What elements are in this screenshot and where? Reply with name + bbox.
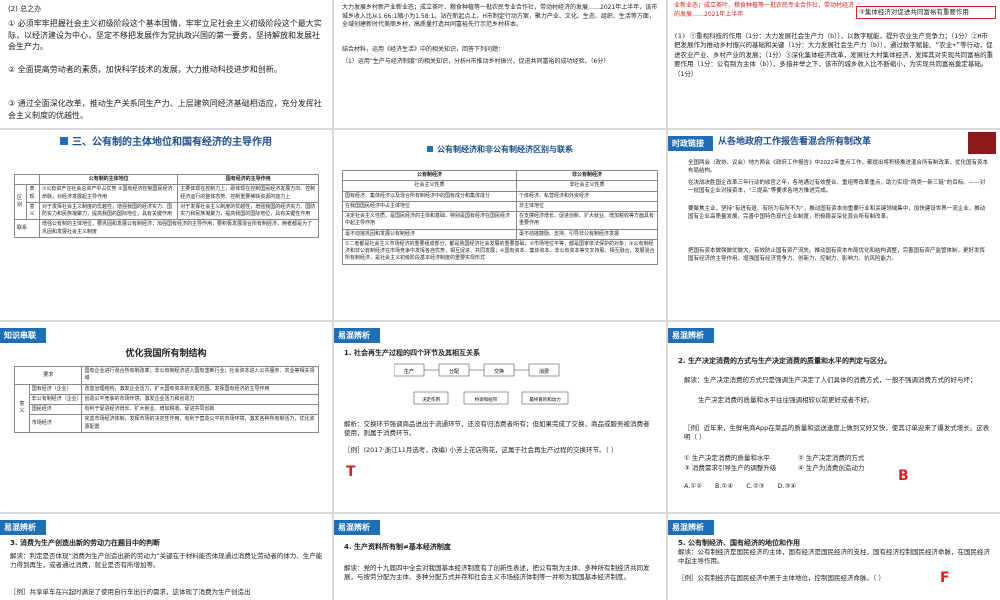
slide-thumbnail-9[interactable]: 易混辨析 2. 生产决定消费的方式与生产决定消费的质量和水平的判定与区分。 解读…	[668, 322, 1000, 512]
section-badge: 知识串联	[0, 328, 46, 343]
slide-thumbnail-1[interactable]: (2) 总之办 ① 必须牢牢把握社会主义初级阶段这个基本国情，牢牢立足社会主义初…	[0, 0, 332, 128]
slide-paragraph: 业新业态；成立茶叶、粮食种植等一批农民专业合作社，带动村经济的发展……2021年…	[674, 2, 855, 18]
example-question: ［例］(2017·浙江11月选考，改编) 小芳上花店购花，这属于社会再生产过程的…	[344, 446, 618, 454]
bullet-square-icon	[427, 146, 433, 152]
bullet-square-icon	[60, 137, 68, 145]
slide-title: 1. 社会再生产过程的四个环节及其相互关系	[344, 349, 480, 357]
annotation-box: ③集体经济对促进共同富裕有重要作用	[856, 6, 996, 20]
slide-text: (2) 总之办	[8, 5, 42, 13]
slide-paragraph: 把国有资本做强做优做大，有效防止国有资产流失。推动国有资本布局优化和结构调整，完…	[688, 248, 986, 262]
section-badge: 易混辨析	[334, 328, 380, 343]
section-badge: 易混辨析	[0, 520, 46, 535]
section-badge: 时政链接	[668, 136, 713, 151]
node-label: 分配	[449, 368, 459, 375]
slide-paragraph: 要聚焦主业，坚持“有进有退、有所为有所不为”，推动国有资本向重要行业和关键领域集…	[688, 206, 986, 220]
slide-thumbnail-7[interactable]: 知识串联 优化我国所有制结构 要求 国有企业进行混合所有制改革；非公有制经济进入国…	[0, 322, 332, 512]
slide-thumbnail-12[interactable]: 易混辨析 5. 公有制经济、国有经济的地位和作用 解读：公有制经济是国民经济的主…	[668, 514, 1000, 600]
slide-thumbnail-8[interactable]: 易混辨析 1. 社会再生产过程的四个环节及其相互关系 生产 分配 交换 消费 决…	[334, 322, 666, 512]
section-badge: 易混辨析	[668, 328, 714, 343]
box-label: 决定作用	[422, 396, 440, 403]
section-badge: 易混辨析	[334, 520, 380, 535]
slide-thumbnail-4[interactable]: 三、公有制的主体地位和国有经济的主导作用 公有制的主体地位 国有经济的主导作用 区…	[0, 130, 332, 320]
slide-title: 2. 生产决定消费的方式与生产决定消费的质量和水平的判定与区分。	[678, 357, 891, 365]
structure-table: 要求 国有企业进行混合所有制改革；非公有制经济进入国有垄断行业；社会资本进入公共服…	[13, 366, 319, 433]
question-text: （1）运用“生产与经济制度”的相关知识，分析H市推动乡村振兴，促进共同富裕的成功…	[342, 58, 610, 65]
slide-paragraph: 全国两会（政协、议会）地方两会《政府工作报告》中2022年重点工作，都提出将积极…	[688, 160, 989, 174]
slide-title: 4. 生产资料所有制≠基本经济制度	[344, 543, 451, 551]
answer-mark: F	[940, 570, 950, 586]
comparison-table: 公有制经济 非公有制经济 社会主义性质 非社会主义性质 国有经济、集体经济以及混合所…	[342, 169, 659, 265]
node-label: 交换	[494, 368, 504, 375]
example-question: ［例］近年来，生鲜电商App在菜品的质量和运送速度上做到又好又快，使其订单迎来了…	[684, 424, 990, 442]
answer-paragraph: (1) ①重视科技的作用（1分：大力发展社会生产力（b）），以数字赋能，提升农业…	[674, 32, 994, 78]
slide-paragraph: 大力发展乡村新产业新业态；成立茶叶、粮食种植等一批农民专业合作社，带动村经济的发…	[342, 4, 658, 29]
slide-paragraph: ② 全面提高劳动者的素质，加快科学技术的发展，大力推动科技进步和创新。	[8, 65, 282, 74]
slide-title: 从各地政府工作报告看混合所有制改革	[718, 137, 872, 147]
explanation-text: 解读：公有制经济是国民经济的主体，国有经济是国民经济的支柱，国有经济控制国民经济…	[678, 548, 990, 566]
explanation-text: 解读：党的十九届四中全会对我国基本经济制度有了创新性表述，把公有制为主体、多种所…	[344, 564, 650, 582]
slide-paragraph: 结合材料，运用《经济生活》中的相关知识，回答下列问题：	[342, 46, 505, 53]
news-photo	[968, 132, 996, 154]
slide-thumbnail-5[interactable]: 公有制经济和非公有制经济区别与联系 公有制经济 非公有制经济 社会主义性质 非社会主…	[334, 130, 666, 320]
slide-thumbnail-3[interactable]: 业新业态；成立茶叶、粮食种植等一批农民专业合作社，带动村经济的发展……2021年…	[668, 0, 1000, 128]
slide-paragraph: ① 必须牢牢把握社会主义初级阶段这个基本国情，牢牢立足社会主义初级阶段这个最大实…	[8, 19, 322, 52]
comparison-table: 公有制的主体地位 国有经济的主导作用 区别 表现 ①公有资产在社会总资产中占优势 ②国…	[13, 173, 320, 238]
slide-thumbnail-2[interactable]: 大力发展乡村新产业新业态；成立茶叶、粮食种植等一批农民专业合作社，带动村经济的发…	[334, 0, 666, 128]
slide-title: 5. 公有制经济、国有经济的地位和作用	[678, 539, 800, 547]
explanation-text: 解读：判定是否体现“消费为生产创造出新的劳动力”关键在于材料能否体现通过消费让劳…	[10, 552, 323, 570]
answer-mark: B	[898, 468, 909, 484]
section-badge: 易混辨析	[668, 520, 714, 535]
explanation-text: 解析：交换环节强调商品进出于流通环节，还没有归消费者所有；但如果完成了交换，商品…	[344, 420, 650, 438]
explanation-text: 解读：生产决定消费的方式只是强调生产决定了人们具体的消费方式，一般不强调消费方式…	[684, 376, 977, 384]
box-label: 桥梁和纽带	[475, 396, 498, 403]
node-label: 生产	[404, 368, 414, 375]
slide-paragraph: ③ 通过全面深化改革，推动生产关系同生产力、上层建筑同经济基础相适应，充分发挥社…	[8, 99, 322, 120]
explanation-text: 生产决定消费的质量和水平往往强调相较以前更好或者不好。	[698, 396, 874, 404]
slide-title: 3. 消费为生产创造出新的劳动力在题目中的判断	[10, 539, 160, 547]
slide-thumbnail-10[interactable]: 易混辨析 3. 消费为生产创造出新的劳动力在题目中的判断 解读：判定是否体现“消…	[0, 514, 332, 600]
example-question: ［例］共享单车在兴起时满足了使用自行车出行的需求，这体现了消费为生产创造出	[10, 588, 251, 596]
option: ② 生产决定消费的方式	[798, 454, 865, 462]
slide-title: 优化我国所有制结构	[125, 349, 207, 359]
slide-thumbnail-6[interactable]: 时政链接 从各地政府工作报告看混合所有制改革 全国两会（政协、议会）地方两会《政…	[668, 130, 1000, 320]
slide-title: 公有制经济和非公有制经济区别与联系	[334, 144, 666, 156]
slide-title: 三、公有制的主体地位和国有经济的主导作用	[0, 136, 332, 151]
node-label: 消费	[539, 368, 549, 375]
slide-thumbnail-11[interactable]: 易混辨析 4. 生产资料所有制≠基本经济制度 解读：党的十九届四中全会对我国基本…	[334, 514, 666, 600]
production-cycle-diagram: 生产 分配 交换 消费 决定作用 桥梁和纽带 最终目的和动力	[394, 363, 569, 405]
slide-paragraph: 在决战决胜国企改革三年行动的收官之年，各地通过有效整合、重组等改革重点，助力实现…	[688, 180, 986, 194]
box-label: 最终目的和动力	[529, 396, 561, 403]
answer-mark: T	[346, 464, 356, 480]
